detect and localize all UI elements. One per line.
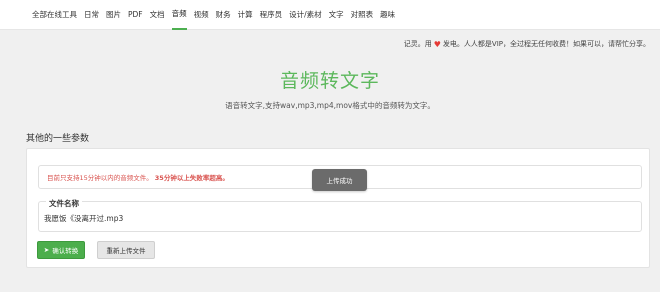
- nav-item-text[interactable]: 文字: [329, 0, 344, 30]
- nav-item-design[interactable]: 设计/素材: [289, 0, 322, 30]
- notice-bar: 记灵。用 ♥ 发电。人人都是VIP，全过程无任何收费！如果可以，请帮忙分享。: [404, 39, 650, 49]
- nav-item-reference-tables[interactable]: 对照表: [351, 0, 374, 30]
- confirm-convert-button[interactable]: ➤ 确认转换: [37, 241, 85, 259]
- nav-item-finance[interactable]: 财务: [216, 0, 231, 30]
- page-subtitle: 语音转文字,支持wav,mp3,mp4,mov格式中的音频转为文字。: [225, 101, 435, 110]
- nav-item-images[interactable]: 图片: [106, 0, 121, 30]
- nav-item-calculate[interactable]: 计算: [238, 0, 253, 30]
- file-name-group: 文件名称 我愿饭《没离开过.mp3: [38, 198, 642, 232]
- reupload-file-button[interactable]: 重新上传文件: [97, 241, 155, 259]
- send-icon: ➤: [43, 246, 50, 254]
- file-name-value: 我愿饭《没离开过.mp3: [44, 214, 124, 223]
- params-panel: 目前只支持15分钟以内的音频文件。 35分钟以上失败率超高。 文件名称 我愿饭《…: [26, 148, 650, 268]
- nav-item-all-tools[interactable]: 全部在线工具: [32, 0, 77, 30]
- notice-prefix: 记灵。用: [403, 40, 432, 48]
- nav-item-audio[interactable]: 音频: [171, 0, 187, 30]
- nav-item-fun[interactable]: 趣味: [380, 0, 395, 30]
- warning-text: 目前只支持15分钟以内的音频文件。: [47, 174, 153, 182]
- upload-success-toast: 上传成功: [312, 169, 367, 191]
- params-section-title: 其他的一些参数: [26, 134, 90, 144]
- warning-strong-text: 35分钟以上失败率超高。: [154, 174, 229, 182]
- nav-item-documents[interactable]: 文档: [150, 0, 165, 30]
- file-name-legend: 文件名称: [46, 198, 82, 209]
- nav-item-programmer[interactable]: 程序员: [260, 0, 283, 30]
- confirm-convert-label: 确认转换: [52, 247, 79, 255]
- nav-item-pdf[interactable]: PDF: [128, 0, 143, 30]
- nav-item-video[interactable]: 视频: [194, 0, 209, 30]
- notice-suffix: 发电。人人都是VIP，全过程无任何收费！如果可以，请帮忙分享。: [442, 40, 650, 48]
- top-navigation: 全部在线工具 日常 图片 PDF 文档 音频 视频 财务 计算 程序员 设计/素…: [0, 0, 660, 30]
- nav-item-daily[interactable]: 日常: [84, 0, 99, 30]
- heart-icon: ♥: [433, 39, 441, 49]
- page-title: 音频转文字: [279, 70, 380, 92]
